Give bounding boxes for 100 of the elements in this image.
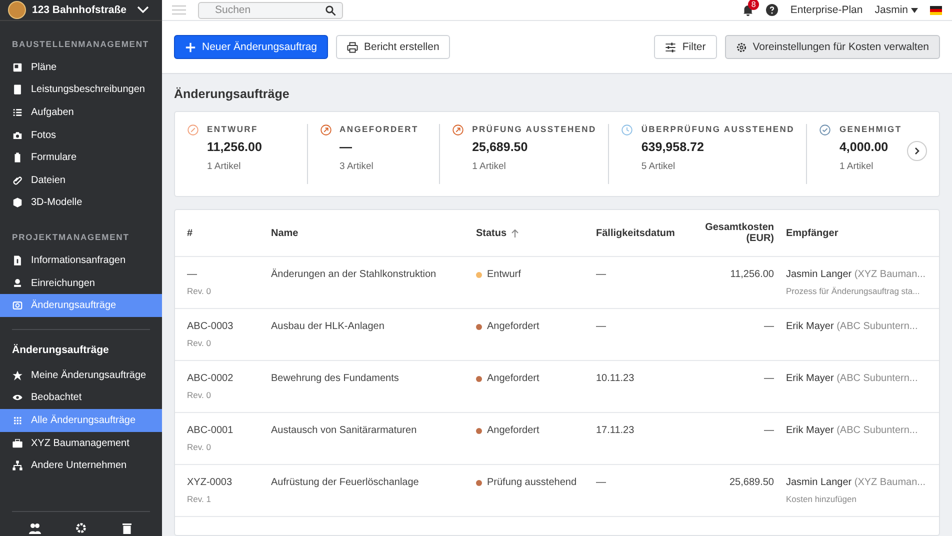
column-header[interactable]: Name <box>271 228 298 238</box>
summary-count: 3 Artikel <box>340 161 374 172</box>
help-icon[interactable] <box>766 4 778 16</box>
chevron-right-icon <box>913 147 921 155</box>
section-heading: BAUSTELLENMANAGEMENT <box>11 38 150 51</box>
summary-count: 5 Artikel <box>641 161 676 172</box>
column-header[interactable]: Gesamtkosten (EUR) <box>704 222 774 244</box>
flag-icon[interactable] <box>930 6 942 14</box>
summary-label: ÜBERPRÜFUNG AUSSTEHEND <box>641 124 794 134</box>
table-cell[interactable]: Änderungen an der Stahlkonstruktion <box>271 269 476 280</box>
table-cell-text: ABC-0003 <box>187 321 234 332</box>
table-cell-text: 11,256.00 <box>729 269 774 280</box>
column-header[interactable]: Empfänger <box>786 228 838 238</box>
summary-label: ANGEFORDERT <box>340 124 418 134</box>
sliders-icon <box>665 42 676 52</box>
column-header[interactable]: Status <box>476 228 507 238</box>
column-header[interactable]: # <box>187 228 193 238</box>
sidebar-item[interactable]: XYZ Baumanagement <box>0 432 162 454</box>
status-label: Entwurf <box>487 269 521 280</box>
section-heading: PROJEKTMANAGEMENT <box>11 231 130 244</box>
recipient-note: Prozess für Änderungsauftrag sta... <box>786 286 921 296</box>
table-cell-text: 10.11.23 <box>596 373 636 384</box>
list-icon <box>12 106 23 118</box>
table-cell-text: 17.11.23 <box>596 425 636 436</box>
sidebar-item[interactable]: Andere Unternehmen <box>0 454 162 477</box>
user-menu[interactable]: Jasmin <box>874 4 908 16</box>
create-report-button[interactable]: Bericht erstellen <box>336 35 450 59</box>
table-cell-text: ABC-0002 <box>187 373 234 384</box>
summary-count: 1 Artikel <box>472 161 507 172</box>
sidebar-item[interactable]: Beobachtet <box>0 386 162 410</box>
cost-settings-button[interactable]: Voreinstellungen für Kosten verwalten <box>724 35 940 59</box>
camera-icon <box>12 130 23 141</box>
sidebar-item[interactable]: Formulare <box>0 146 162 169</box>
revision-label: Rev. 0 <box>187 286 212 296</box>
table-cell-text: ABC-0001 <box>187 425 234 436</box>
sidebar-item[interactable]: Meine Änderungsaufträge <box>0 364 162 387</box>
project-name[interactable]: 123 Bahnhofstraße <box>32 4 130 16</box>
new-change-order-button[interactable]: Neuer Änderungsauftrag <box>174 35 328 59</box>
sort-arrow-icon[interactable] <box>510 228 519 238</box>
sidebar-item[interactable]: Aufgaben <box>0 101 162 124</box>
table-cell-text: — <box>596 269 607 280</box>
recipient-text: Erik Mayer (ABC Subuntern... <box>786 321 919 332</box>
table-cell[interactable]: Austausch von Sanitärarmaturen <box>271 425 476 436</box>
filter-button[interactable]: Filter <box>654 35 717 59</box>
summary-count: 1 Artikel <box>207 161 242 172</box>
settings-icon[interactable] <box>75 522 87 534</box>
caret-icon[interactable] <box>911 8 918 12</box>
table-cell-text: — <box>596 477 607 488</box>
status-label: Angefordert <box>487 373 540 384</box>
table-cell-text: — <box>596 321 607 332</box>
table-cell[interactable]: Bewehrung des Fundaments <box>271 373 476 384</box>
gear-icon <box>736 42 747 52</box>
summary-label: PRÜFUNG AUSSTEHEND <box>472 124 596 134</box>
revision-label: Rev. 0 <box>187 338 212 348</box>
table-cell-text: — <box>763 425 774 436</box>
table-cell-text: — <box>763 373 774 384</box>
notification-badge: 8 <box>748 0 759 10</box>
table-cell-text: — <box>763 321 774 332</box>
next-button[interactable] <box>907 141 927 161</box>
sidebar-item[interactable]: Leistungsbeschreibungen <box>0 78 162 102</box>
recipient-text: Jasmin Langer (XYZ Bauman... <box>786 269 927 280</box>
summary-count: 1 Artikel <box>839 161 874 172</box>
sidebar-item[interactable]: Dateien <box>0 168 162 192</box>
revision-label: Rev. 0 <box>187 442 212 452</box>
trash-icon[interactable] <box>121 522 133 534</box>
summary-label: ENTWURF <box>207 124 259 134</box>
avatar-icon <box>8 1 26 19</box>
summary-value: 4,000.00 <box>839 140 890 154</box>
status-label: Angefordert <box>487 425 540 436</box>
table-cell-text: 25,689.50 <box>728 477 774 488</box>
summary-label: GENEHMIGT <box>839 124 902 134</box>
table-cell[interactable]: Ausbau der HLK-Anlagen <box>271 321 476 332</box>
sidebar-item[interactable]: Informationsanfragen <box>0 249 162 272</box>
printer-icon <box>347 42 358 52</box>
status-label: Prüfung ausstehend <box>487 477 577 488</box>
revision-label: Rev. 1 <box>187 494 212 504</box>
summary-value: 11,256.00 <box>207 140 262 154</box>
people-icon[interactable] <box>29 522 41 534</box>
sidebar-item[interactable]: Fotos <box>0 124 162 146</box>
org-icon <box>12 460 23 472</box>
revision-label: Rev. 0 <box>187 390 212 400</box>
sidebar-item[interactable]: Pläne <box>0 56 162 79</box>
sidebar-item[interactable]: 3D-Modelle <box>0 192 162 214</box>
page-title: Änderungsaufträge <box>173 86 290 103</box>
chevron-down-icon[interactable] <box>136 5 150 15</box>
summary-value: 25,689.50 <box>472 140 529 154</box>
star-icon <box>12 370 23 381</box>
plus-icon <box>185 42 196 52</box>
column-header[interactable]: Fälligkeitsdatum <box>596 228 675 238</box>
briefcase-icon <box>12 438 23 449</box>
recipient-text: Erik Mayer (ABC Subuntern... <box>786 425 919 436</box>
search-field[interactable]: Suchen <box>198 2 343 18</box>
search-icon[interactable] <box>325 4 336 16</box>
plan-link[interactable]: Enterprise-Plan <box>790 4 863 16</box>
table-cell-text: XYZ-0003 <box>187 477 234 488</box>
sidebar-item[interactable]: Einreichungen <box>0 272 162 294</box>
cube-icon <box>12 197 23 208</box>
table-cell[interactable]: Aufrüstung der Feuerlöschanlage <box>271 477 476 488</box>
clipboard-icon <box>12 152 23 164</box>
summary-value: 639,958.72 <box>641 140 705 154</box>
